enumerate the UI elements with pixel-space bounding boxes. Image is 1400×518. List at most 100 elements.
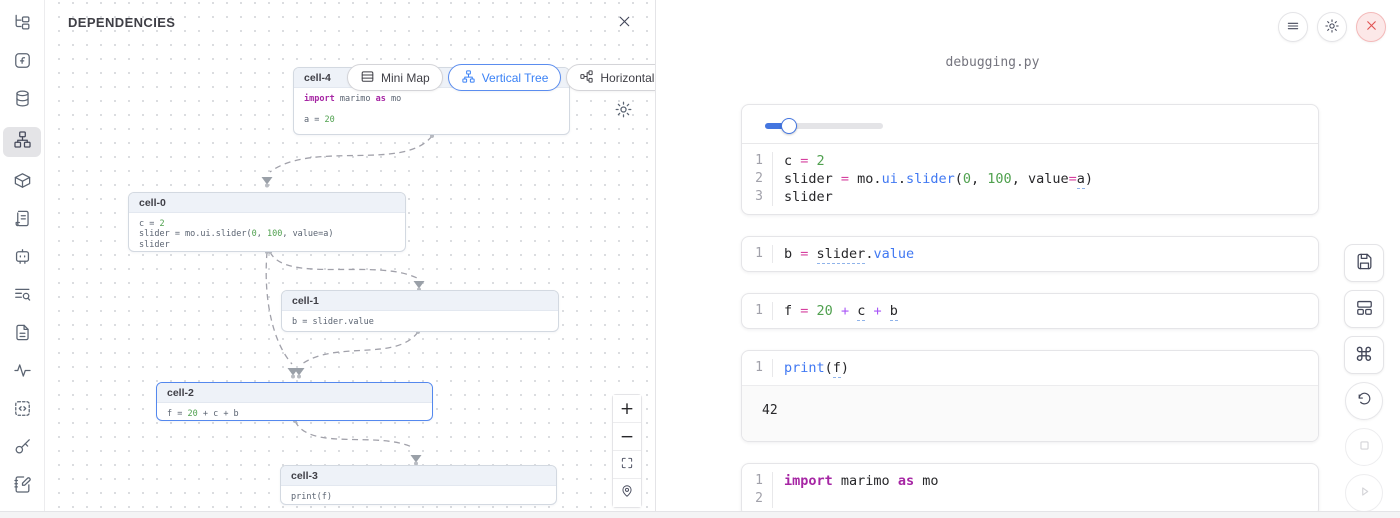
line-number: 1 <box>742 359 772 377</box>
edge-arrow-icon <box>262 177 273 185</box>
layout-button[interactable] <box>1344 290 1384 328</box>
notebook-cells: 1c = 22slider = mo.ui.slider(0, 100, val… <box>741 104 1319 511</box>
notebook-cell-cell-4[interactable]: 1import marimo as mo2 <box>741 463 1319 511</box>
close-icon <box>616 13 633 33</box>
code-line: f = 20 + c + b <box>772 302 1318 320</box>
line-number: 2 <box>742 170 772 188</box>
shutdown-button[interactable] <box>1356 12 1386 42</box>
graph-settings-button[interactable] <box>614 100 633 122</box>
snippets-icon <box>13 399 32 423</box>
dependencies-panel: cell-4import marimo as mo a = 20cell-0c … <box>46 0 656 511</box>
command-palette-button[interactable]: ⌘ <box>1344 336 1384 374</box>
rows-icon <box>360 69 375 87</box>
graph-node-code: print(f) <box>281 486 556 505</box>
file-text-icon <box>13 323 32 347</box>
code-editor[interactable]: 1b = slider.value <box>742 237 1318 271</box>
app-root: cell-4import marimo as mo a = 20cell-0c … <box>0 0 1400 518</box>
notebook-menu-button[interactable] <box>1278 12 1308 42</box>
line-number: 1 <box>742 472 772 490</box>
file-tree-icon <box>13 13 32 37</box>
graph-node-title: cell-3 <box>281 466 556 486</box>
graph-edge-cell-1-to-cell-2 <box>302 332 418 364</box>
run-all-button[interactable] <box>1345 474 1383 511</box>
vertical-tree-icon <box>461 69 476 87</box>
panel-close-button[interactable] <box>616 13 633 33</box>
notebook-cell-cell-1[interactable]: 1b = slider.value <box>741 236 1319 272</box>
panel-title: DEPENDENCIES <box>68 15 175 30</box>
code-editor[interactable]: 1c = 22slider = mo.ui.slider(0, 100, val… <box>742 143 1318 214</box>
zoom-in-button[interactable]: + <box>613 395 641 423</box>
notebook-settings-button[interactable] <box>1317 12 1347 42</box>
view-toolbar: Mini Map Vertical Tree Horizontal Tree <box>347 64 656 91</box>
sidebar-item-tracing[interactable] <box>3 361 41 385</box>
stop-button[interactable] <box>1345 428 1383 466</box>
line-number: 2 <box>742 490 772 508</box>
notebook-cell-cell-3[interactable]: 1print(f)42 <box>741 350 1319 442</box>
locate-node-button[interactable] <box>613 479 641 507</box>
code-line: c = 2 <box>772 152 1318 170</box>
edge-connector-dot <box>297 375 301 379</box>
line-number: 1 <box>742 245 772 263</box>
scroll-text-icon <box>13 209 32 233</box>
plus-icon: + <box>620 399 634 419</box>
save-button[interactable] <box>1344 244 1384 282</box>
activity-icon <box>13 361 32 385</box>
key-icon <box>13 437 32 461</box>
sidebar-item-explorer[interactable] <box>3 13 41 37</box>
sidebar-item-snippets[interactable] <box>3 399 41 423</box>
edge-arrow-icon <box>411 455 422 463</box>
notebook-cell-cell-0[interactable]: 1c = 22slider = mo.ui.slider(0, 100, val… <box>741 104 1319 215</box>
notebook-main: debugging.py 1c = 22slider = mo.ui.slide… <box>657 0 1400 511</box>
search-list-icon <box>13 285 32 309</box>
code-line: print(f) <box>772 359 1318 377</box>
sidebar-item-scratchpad[interactable] <box>3 475 41 499</box>
sidebar-item-search-logs[interactable] <box>3 285 41 309</box>
graph-node-cell-1[interactable]: cell-1b = slider.value <box>281 290 559 332</box>
code-editor[interactable]: 1f = 20 + c + b <box>742 294 1318 328</box>
code-editor[interactable]: 1import marimo as mo2 <box>742 464 1318 511</box>
sidebar-item-secrets[interactable] <box>3 437 41 461</box>
graph-node-cell-0[interactable]: cell-0c = 2slider = mo.ui.slider(0, 100,… <box>128 192 406 252</box>
code-line <box>772 490 1318 508</box>
run-icon <box>1356 483 1373 503</box>
save-icon <box>1355 252 1374 274</box>
horizontal-tree-button[interactable]: Horizontal Tree <box>566 64 656 91</box>
notebook-pen-icon <box>13 475 32 499</box>
sidebar-item-dependencies[interactable] <box>3 127 41 157</box>
sidebar-item-packages[interactable] <box>3 171 41 195</box>
menu-icon <box>1285 18 1301 37</box>
chat-bot-icon <box>13 247 32 271</box>
graph-node-cell-3[interactable]: cell-3print(f) <box>280 465 557 505</box>
mini-map-button[interactable]: Mini Map <box>347 64 443 91</box>
package-icon <box>13 171 32 195</box>
code-editor[interactable]: 1print(f) <box>742 351 1318 385</box>
fit-view-button[interactable] <box>613 451 641 479</box>
sidebar-item-chat[interactable] <box>3 247 41 271</box>
icon-sidebar <box>0 0 45 511</box>
zoom-controls: + − <box>612 394 642 508</box>
undo-button[interactable] <box>1345 382 1383 420</box>
sidebar-item-datasources[interactable] <box>3 89 41 113</box>
code-line: slider = mo.ui.slider(0, 100, value=a) <box>772 170 1318 188</box>
graph-node-title: cell-0 <box>129 193 405 213</box>
slider-control[interactable] <box>765 123 883 129</box>
line-number: 3 <box>742 188 772 206</box>
edge-connector-dot <box>265 184 269 188</box>
sidebar-item-logs[interactable] <box>3 209 41 233</box>
command-icon: ⌘ <box>1355 346 1374 365</box>
zoom-out-button[interactable]: − <box>613 423 641 451</box>
vertical-tree-button[interactable]: Vertical Tree <box>448 64 562 91</box>
sidebar-item-documentation[interactable] <box>3 323 41 347</box>
line-number: 1 <box>742 152 772 170</box>
undo-icon <box>1356 391 1373 411</box>
shutdown-x-icon <box>1364 18 1379 36</box>
notebook-cell-cell-2[interactable]: 1f = 20 + c + b <box>741 293 1319 329</box>
sidebar-item-variables[interactable] <box>3 51 41 75</box>
gear-icon <box>614 100 633 122</box>
horizontal-tree-icon <box>579 69 594 87</box>
graph-node-cell-2[interactable]: cell-2f = 20 + c + b <box>156 382 433 421</box>
slider-thumb[interactable] <box>781 118 797 134</box>
minus-icon: − <box>620 427 634 447</box>
app-footer <box>0 511 1400 518</box>
cell-output-area <box>742 105 1318 143</box>
